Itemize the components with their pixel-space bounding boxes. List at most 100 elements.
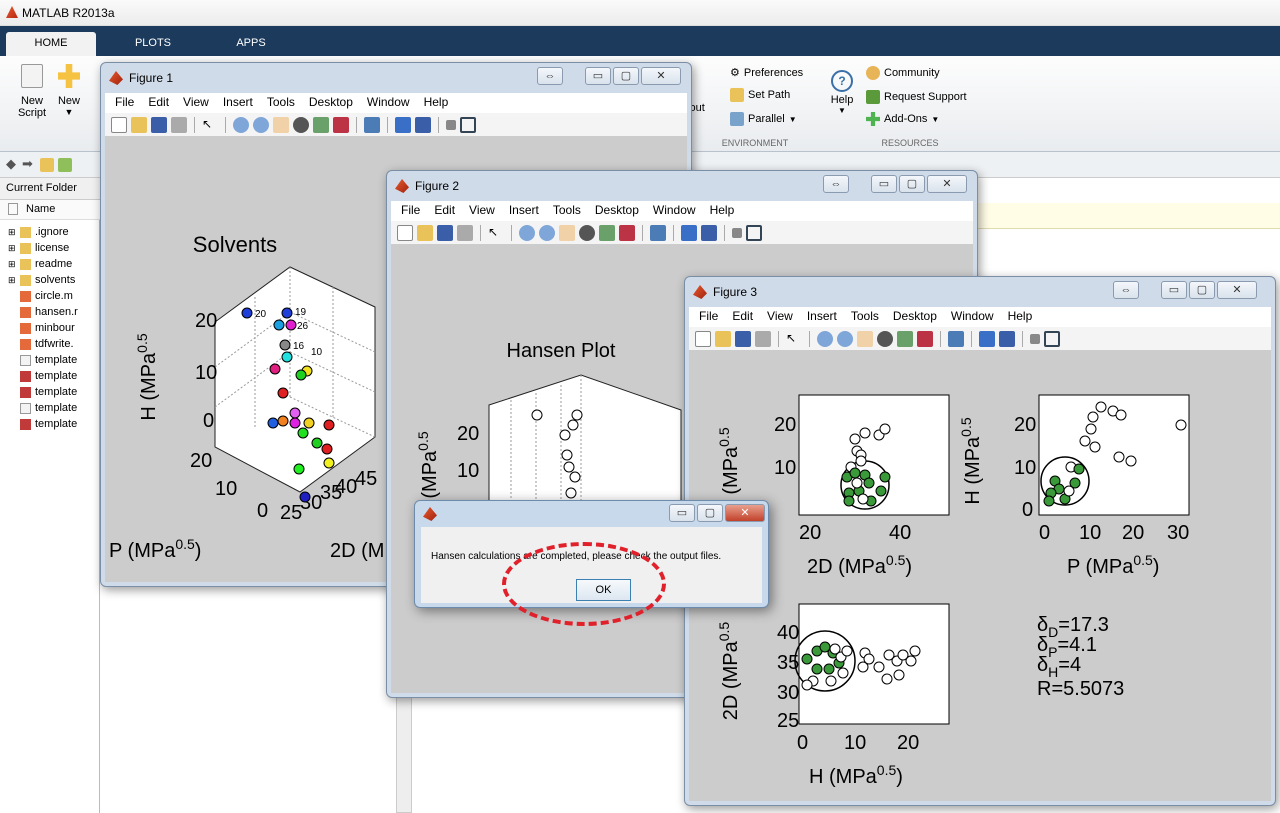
minimize-icon[interactable]: ▭ — [585, 67, 611, 85]
expand-icon[interactable]: ⊞ — [8, 259, 16, 270]
new-figure-icon[interactable] — [111, 116, 127, 133]
show-tools-icon[interactable] — [746, 224, 762, 241]
menu-edit[interactable]: Edit — [148, 95, 169, 111]
zoom-in-icon[interactable] — [817, 330, 833, 347]
maximize-icon[interactable]: ▢ — [1189, 281, 1215, 299]
close-icon[interactable]: ✕ — [1217, 281, 1257, 299]
folder-item[interactable]: ⊞ .ignore — [8, 226, 69, 238]
menu-file[interactable]: File — [699, 309, 718, 325]
set-path-button[interactable]: Set Path — [730, 88, 790, 102]
brush-icon[interactable] — [619, 224, 635, 241]
menu-view[interactable]: View — [183, 95, 209, 111]
expand-icon[interactable]: ⊞ — [8, 227, 16, 238]
folder-item[interactable]: hansen.r — [8, 306, 78, 318]
hide-tools-icon[interactable] — [732, 227, 742, 238]
legend-icon[interactable] — [415, 116, 431, 133]
data-cursor-icon[interactable] — [313, 116, 329, 133]
brush-icon[interactable] — [333, 116, 349, 133]
menu-view[interactable]: View — [469, 203, 495, 219]
menu-help[interactable]: Help — [424, 95, 449, 111]
menu-help[interactable]: Help — [1008, 309, 1033, 325]
link-icon[interactable] — [948, 330, 964, 347]
menu-tools[interactable]: Tools — [553, 203, 581, 219]
maximize-icon[interactable]: ▢ — [613, 67, 639, 85]
menu-file[interactable]: File — [401, 203, 420, 219]
folder-item[interactable]: tdfwrite. — [8, 338, 74, 350]
pointer-icon[interactable]: ↖ — [202, 117, 218, 133]
help-button[interactable]: ? Help ▼ — [828, 70, 856, 115]
zoom-out-icon[interactable] — [837, 330, 853, 347]
print-icon[interactable] — [755, 330, 771, 347]
legend-icon[interactable] — [999, 330, 1015, 347]
open-icon[interactable] — [417, 224, 433, 241]
expand-icon[interactable]: ⊞ — [8, 275, 16, 286]
up-folder-icon[interactable] — [40, 158, 54, 172]
zoom-out-icon[interactable] — [539, 224, 555, 241]
hide-tools-icon[interactable] — [1030, 333, 1040, 344]
pointer-icon[interactable]: ↖ — [488, 225, 504, 241]
colorbar-icon[interactable] — [681, 224, 697, 241]
brush-icon[interactable] — [917, 330, 933, 347]
close-icon[interactable]: ✕ — [725, 504, 765, 522]
minimize-icon[interactable]: ▭ — [871, 175, 897, 193]
menu-desktop[interactable]: Desktop — [595, 203, 639, 219]
save-icon[interactable] — [735, 330, 751, 347]
pan-icon[interactable] — [857, 330, 873, 347]
dock-icon[interactable]: ⇔ — [1113, 281, 1139, 299]
close-icon[interactable]: ✕ — [927, 175, 967, 193]
rotate-icon[interactable] — [579, 224, 595, 241]
folder-item[interactable]: circle.m — [8, 290, 73, 302]
menu-edit[interactable]: Edit — [732, 309, 753, 325]
folder-item[interactable]: ⊞ license — [8, 242, 69, 254]
folder-item[interactable]: minbour — [8, 322, 75, 334]
minimize-icon[interactable]: ▭ — [1161, 281, 1187, 299]
menu-view[interactable]: View — [767, 309, 793, 325]
pointer-icon[interactable]: ↖ — [786, 331, 802, 347]
link-icon[interactable] — [650, 224, 666, 241]
show-tools-icon[interactable] — [460, 116, 476, 133]
open-icon[interactable] — [131, 116, 147, 133]
menu-desktop[interactable]: Desktop — [309, 95, 353, 111]
rotate-icon[interactable] — [293, 116, 309, 133]
preferences-button[interactable]: ⚙ Preferences — [730, 66, 803, 80]
show-tools-icon[interactable] — [1044, 330, 1060, 347]
data-cursor-icon[interactable] — [599, 224, 615, 241]
folder-item[interactable]: template — [8, 402, 77, 414]
tab-plots[interactable]: PLOTS — [108, 32, 198, 56]
open-icon[interactable] — [715, 330, 731, 347]
menu-window[interactable]: Window — [951, 309, 994, 325]
request-support-button[interactable]: Request Support — [866, 90, 967, 104]
parallel-button[interactable]: Parallel ▼ — [730, 112, 797, 126]
new-figure-icon[interactable] — [397, 224, 413, 241]
print-icon[interactable] — [457, 224, 473, 241]
menu-edit[interactable]: Edit — [434, 203, 455, 219]
zoom-in-icon[interactable] — [233, 116, 249, 133]
rotate-icon[interactable] — [877, 330, 893, 347]
maximize-icon[interactable]: ▢ — [899, 175, 925, 193]
menu-tools[interactable]: Tools — [267, 95, 295, 111]
new-figure-icon[interactable] — [695, 330, 711, 347]
new-script-button[interactable]: New Script — [14, 64, 50, 119]
save-icon[interactable] — [151, 116, 167, 133]
print-icon[interactable] — [171, 116, 187, 133]
tab-apps[interactable]: APPS — [206, 32, 296, 56]
forward-arrow-icon[interactable]: ➡ — [22, 156, 33, 172]
folder-item[interactable]: ⊞ readme — [8, 258, 72, 270]
minimize-icon[interactable]: ▭ — [669, 504, 695, 522]
community-button[interactable]: Community — [866, 66, 940, 80]
menu-insert[interactable]: Insert — [223, 95, 253, 111]
dock-icon[interactable]: ⇔ — [823, 175, 849, 193]
add-ons-button[interactable]: Add-Ons ▼ — [866, 112, 939, 126]
save-icon[interactable] — [437, 224, 453, 241]
zoom-out-icon[interactable] — [253, 116, 269, 133]
folder-item[interactable]: ⊞ solvents — [8, 274, 75, 286]
dock-icon[interactable]: ⇔ — [537, 67, 563, 85]
colorbar-icon[interactable] — [395, 116, 411, 133]
menu-insert[interactable]: Insert — [509, 203, 539, 219]
pan-icon[interactable] — [273, 116, 289, 133]
folder-item[interactable]: template — [8, 386, 77, 398]
menu-desktop[interactable]: Desktop — [893, 309, 937, 325]
legend-icon[interactable] — [701, 224, 717, 241]
hide-tools-icon[interactable] — [446, 119, 456, 130]
zoom-in-icon[interactable] — [519, 224, 535, 241]
